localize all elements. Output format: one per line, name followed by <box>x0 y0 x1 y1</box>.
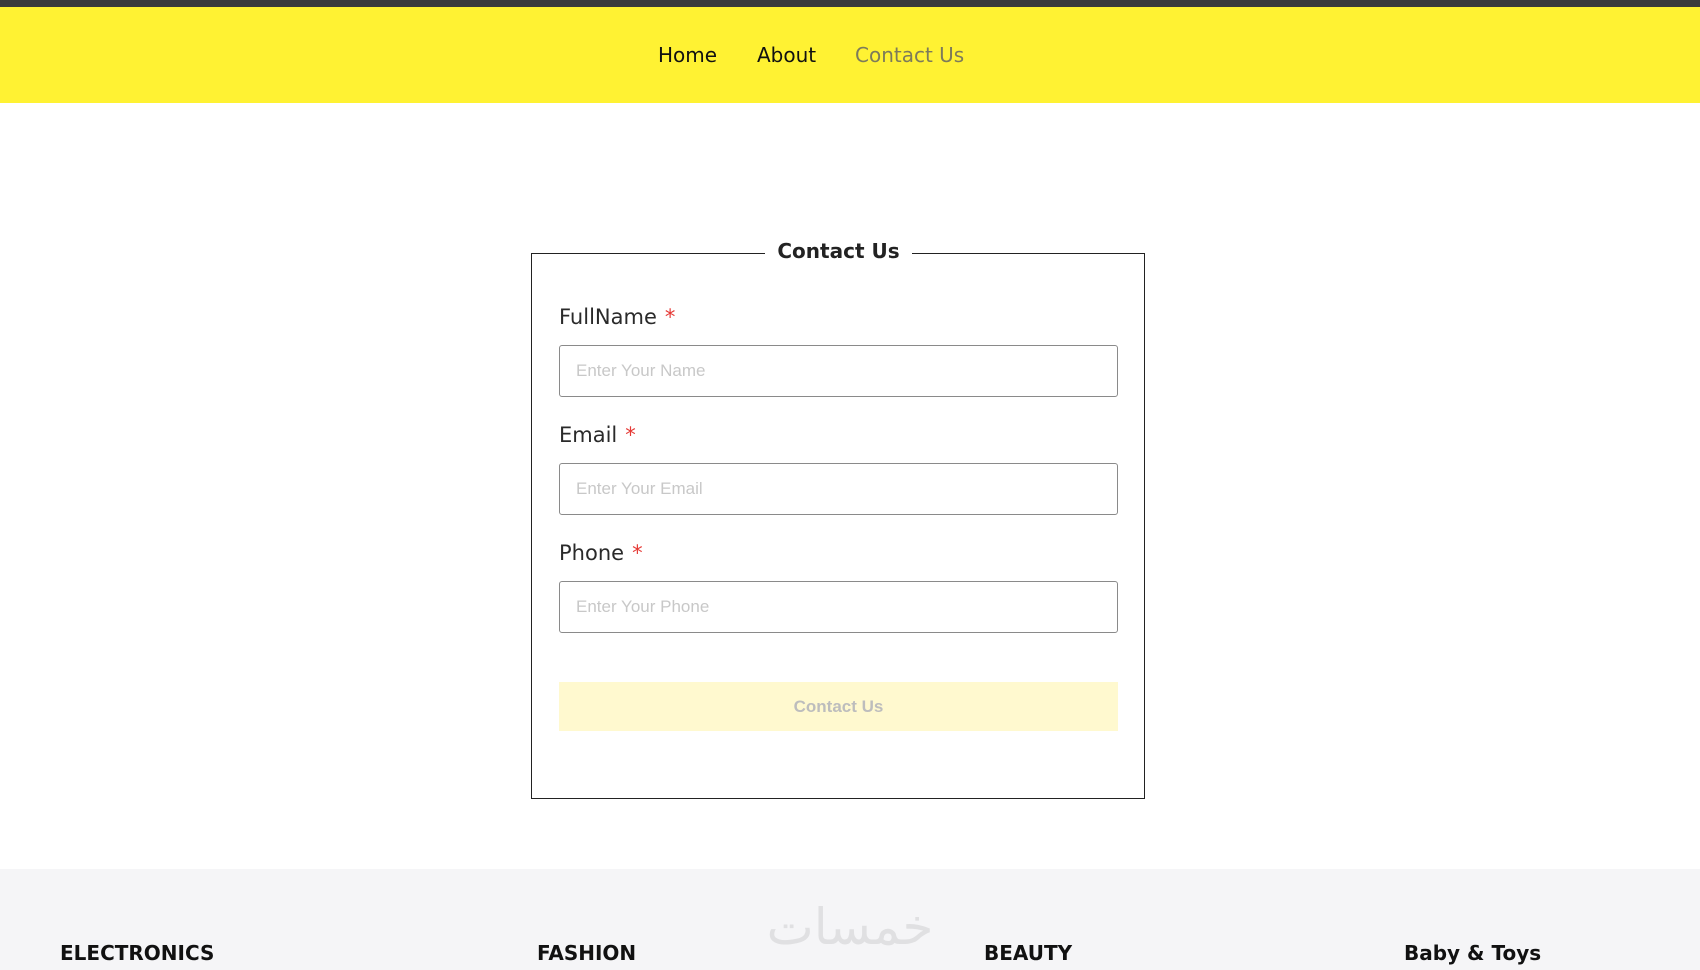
footer-heading-fashion: FASHION <box>537 941 637 965</box>
phone-label-text: Phone <box>559 541 625 565</box>
required-asterisk: * <box>664 305 676 329</box>
form-legend: Contact Us <box>765 238 912 264</box>
phone-input[interactable] <box>559 581 1118 633</box>
required-asterisk: * <box>632 541 643 565</box>
nav-link-contact-us[interactable]: Contact Us <box>855 7 964 103</box>
required-asterisk: * <box>625 423 636 447</box>
footer-heading-baby-toys: Baby & Toys <box>1404 941 1542 965</box>
phone-label: Phone * <box>559 540 643 566</box>
nav-link-home[interactable]: Home <box>658 7 717 103</box>
form-legend-wrap: Contact Us <box>531 238 1146 266</box>
top-bar <box>0 0 1700 7</box>
fullname-input[interactable] <box>559 345 1118 397</box>
watermark-logo: خمسات <box>766 898 934 956</box>
nav-link-about[interactable]: About <box>757 7 816 103</box>
site-header: Home About Contact Us <box>0 7 1700 103</box>
contact-us-submit-button[interactable]: Contact Us <box>559 682 1118 731</box>
footer-heading-electronics: ELECTRONICS <box>60 941 215 965</box>
email-label-text: Email <box>559 423 618 447</box>
email-input[interactable] <box>559 463 1118 515</box>
fullname-label: FullName * <box>559 304 675 330</box>
email-label: Email * <box>559 422 636 448</box>
fullname-label-text: FullName <box>559 305 657 329</box>
footer-heading-beauty: BEAUTY <box>984 941 1073 965</box>
